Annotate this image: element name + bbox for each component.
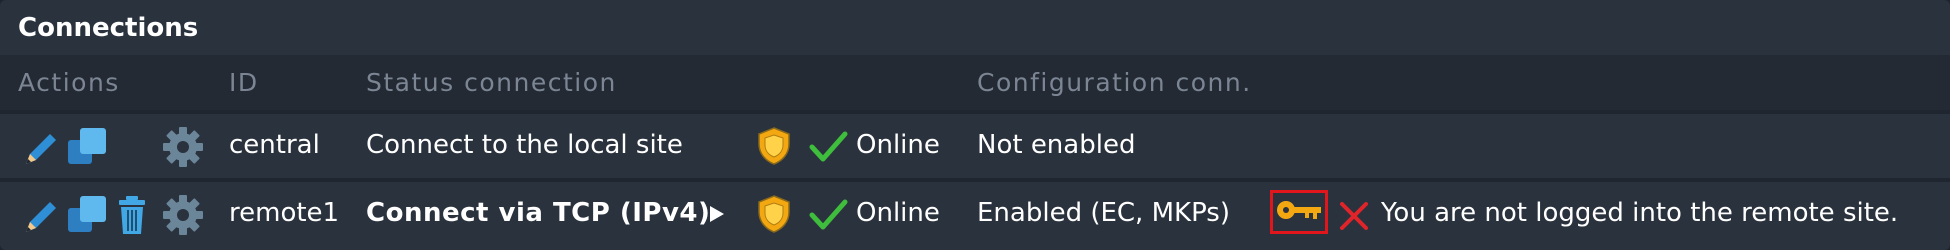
configuration-status: Not enabled <box>977 130 1136 160</box>
table-row: remote1 Connect via TCP (IPv4) Online En… <box>0 182 1950 246</box>
connection-status: Online <box>856 198 940 228</box>
edit-icon[interactable] <box>20 128 60 172</box>
site-id: central <box>229 130 320 160</box>
table-header: Actions ID Status connection Configurati… <box>0 55 1950 111</box>
table-row: central Connect to the local site Online… <box>0 114 1950 178</box>
settings-icon[interactable] <box>162 126 204 172</box>
configuration-status: Enabled (EC, MKPs) <box>977 198 1230 228</box>
delete-icon[interactable] <box>116 194 148 240</box>
connection-method: Connect via TCP (IPv4) <box>366 198 711 228</box>
panel-title: Connections <box>18 13 199 43</box>
column-header-actions: Actions <box>18 68 120 97</box>
connection-method: Connect to the local site <box>366 130 683 160</box>
key-icon <box>1275 198 1323 226</box>
clone-icon[interactable] <box>66 126 108 172</box>
shield-icon <box>756 194 792 238</box>
check-icon <box>808 129 848 169</box>
connection-status: Online <box>856 130 940 160</box>
shield-icon <box>756 126 792 170</box>
site-id: remote1 <box>229 198 340 228</box>
login-button[interactable] <box>1270 190 1328 234</box>
edit-icon[interactable] <box>20 196 60 240</box>
settings-icon[interactable] <box>162 194 204 240</box>
column-header-id: ID <box>229 68 259 97</box>
column-header-config: Configuration conn. <box>977 68 1252 97</box>
clone-icon[interactable] <box>66 194 108 240</box>
connections-panel: Connections Actions ID Status connection… <box>0 0 1950 250</box>
expand-icon[interactable] <box>708 204 726 228</box>
cross-icon <box>1338 200 1370 236</box>
login-status-message: You are not logged into the remote site. <box>1381 198 1899 228</box>
check-icon <box>808 197 848 237</box>
column-header-status: Status connection <box>366 68 617 97</box>
